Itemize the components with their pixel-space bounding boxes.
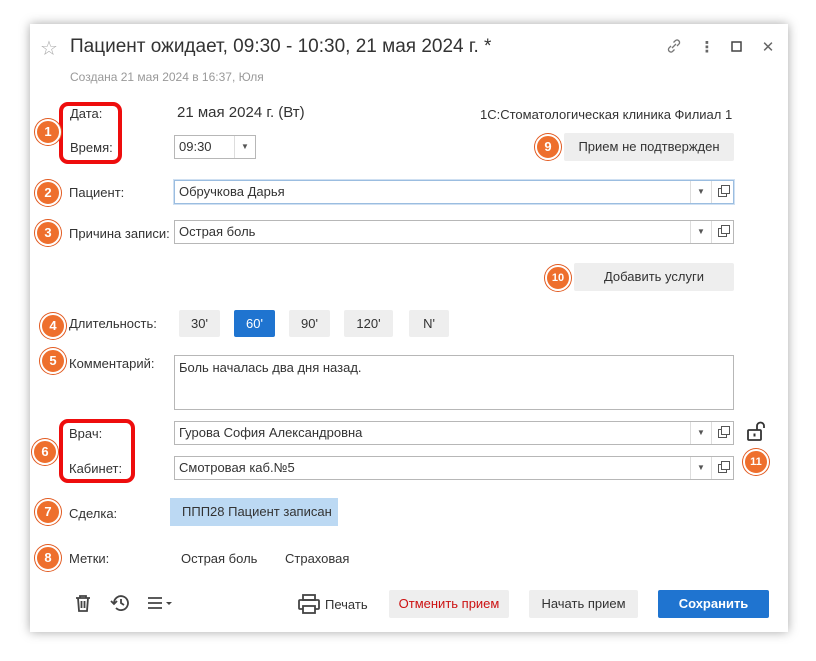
time-value: 09:30 <box>179 139 212 154</box>
chevron-down-icon[interactable]: ▼ <box>690 422 711 444</box>
cancel-appointment-button[interactable]: Отменить прием <box>389 590 509 618</box>
tag-item[interactable]: Острая боль <box>181 551 257 566</box>
annotation-badge: 7 <box>35 499 61 525</box>
highlight-box <box>59 419 135 483</box>
room-field[interactable]: Смотровая каб.№5 ▼ <box>174 456 734 480</box>
tag-item[interactable]: Страховая <box>285 551 349 566</box>
open-form-icon[interactable] <box>711 181 733 203</box>
created-info: Создана 21 мая 2024 в 16:37, Юля <box>70 70 264 84</box>
annotation-badge: 4 <box>40 313 66 339</box>
link-icon[interactable] <box>664 38 684 58</box>
annotation-badge: 8 <box>35 545 61 571</box>
unlock-icon[interactable] <box>744 420 766 445</box>
more-icon[interactable]: ⋮ <box>697 38 717 56</box>
printer-icon[interactable] <box>298 594 320 617</box>
annotation-badge: 6 <box>32 439 58 465</box>
open-form-icon[interactable] <box>711 457 733 479</box>
duration-label: Длительность: <box>69 316 157 331</box>
print-button[interactable]: Печать <box>325 597 368 612</box>
add-services-button[interactable]: Добавить услуги <box>574 263 734 291</box>
annotation-badge: 9 <box>535 134 561 160</box>
patient-label: Пациент: <box>69 185 125 200</box>
chevron-down-icon[interactable]: ▼ <box>234 136 255 158</box>
annotation-badge: 2 <box>35 180 61 206</box>
comment-textarea[interactable]: Боль началась два дня назад. <box>174 355 734 410</box>
deal-label: Сделка: <box>69 506 118 521</box>
duration-90-button[interactable]: 90' <box>289 310 330 337</box>
comment-label: Комментарий: <box>69 356 155 371</box>
annotation-badge: 11 <box>743 449 769 475</box>
delete-icon[interactable] <box>74 593 92 618</box>
duration-60-button[interactable]: 60' <box>234 310 275 337</box>
annotation-badge: 10 <box>545 265 571 291</box>
clinic-name: 1С:Стоматологическая клиника Филиал 1 <box>480 107 733 122</box>
duration-30-button[interactable]: 30' <box>179 310 220 337</box>
window-title: Пациент ожидает, 09:30 - 10:30, 21 мая 2… <box>70 36 492 57</box>
start-appointment-button[interactable]: Начать прием <box>529 590 638 618</box>
chevron-down-icon[interactable]: ▼ <box>690 457 711 479</box>
confirm-status-button[interactable]: Прием не подтвержден <box>564 133 734 161</box>
deal-link[interactable]: ППП28 Пациент записан <box>170 498 338 526</box>
highlight-box <box>59 102 122 164</box>
duration-120-button[interactable]: 120' <box>344 310 393 337</box>
open-form-icon[interactable] <box>711 221 733 243</box>
room-value: Смотровая каб.№5 <box>179 460 295 475</box>
menu-icon[interactable] <box>147 593 175 618</box>
annotation-badge: 3 <box>35 220 61 246</box>
patient-value: Обручкова Дарья <box>179 184 285 199</box>
favorite-star-icon[interactable]: ☆ <box>40 36 58 61</box>
history-icon[interactable] <box>110 593 132 618</box>
annotation-badge: 5 <box>40 348 66 374</box>
annotation-badge: 1 <box>35 119 61 145</box>
doctor-value: Гурова София Александровна <box>179 425 363 440</box>
patient-field[interactable]: Обручкова Дарья ▼ <box>174 180 734 204</box>
time-select[interactable]: 09:30 ▼ <box>174 135 256 159</box>
maximize-icon[interactable] <box>727 38 747 57</box>
chevron-down-icon[interactable]: ▼ <box>690 221 711 243</box>
duration-custom-button[interactable]: N' <box>409 310 449 337</box>
tags-label: Метки: <box>69 551 110 566</box>
reason-value: Острая боль <box>179 224 256 239</box>
close-icon[interactable]: ✕ <box>758 38 778 56</box>
reason-field[interactable]: Острая боль ▼ <box>174 220 734 244</box>
open-form-icon[interactable] <box>711 422 733 444</box>
reason-label: Причина записи: <box>69 226 170 241</box>
date-value: 21 мая 2024 г. (Вт) <box>177 104 305 121</box>
chevron-down-icon[interactable]: ▼ <box>690 181 711 203</box>
doctor-field[interactable]: Гурова София Александровна ▼ <box>174 421 734 445</box>
save-button[interactable]: Сохранить <box>658 590 769 618</box>
